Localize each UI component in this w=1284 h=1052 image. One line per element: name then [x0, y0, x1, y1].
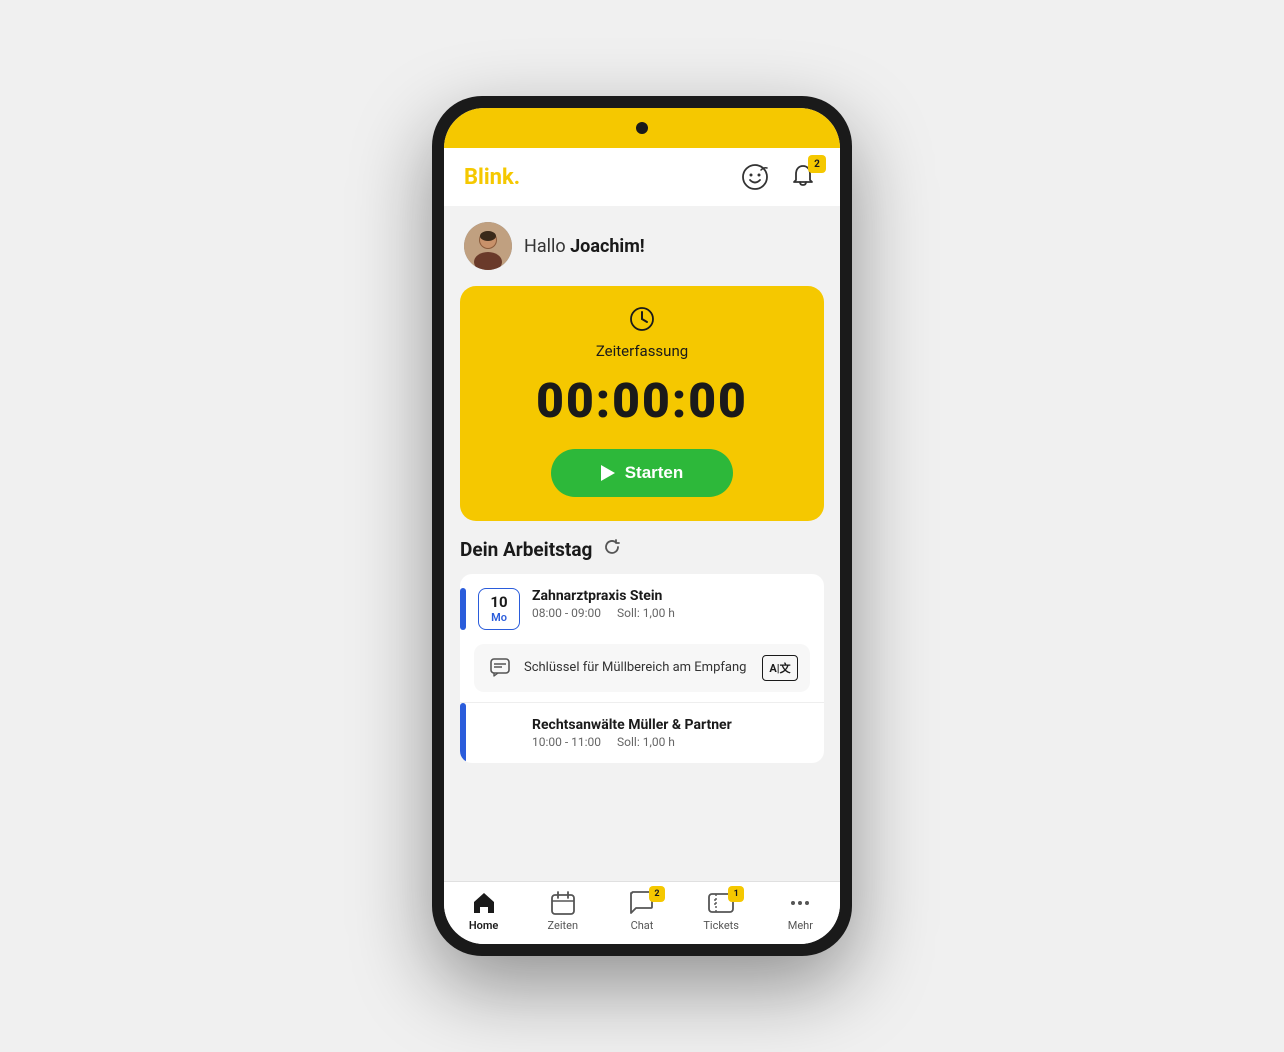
app-content: Blink.: [444, 148, 840, 881]
greeting-text: Hallo Joachim!: [524, 236, 645, 257]
shift-meta: 08:00 - 09:00 Soll: 1,00 h: [532, 606, 810, 620]
workday-card: 10 Mo Zahnarztpraxis Stein 08:00 - 09:00…: [460, 574, 824, 763]
time-tracking-label: Zeiterfassung: [596, 342, 688, 360]
play-icon: [601, 465, 615, 481]
nav-label-tickets: Tickets: [703, 919, 739, 932]
shift-2-container[interactable]: Rechtsanwälte Müller & Partner 10:00 - 1…: [460, 702, 824, 763]
phone-screen: Blink.: [444, 108, 840, 944]
date-box: 10 Mo: [478, 588, 520, 630]
nav-item-zeiten[interactable]: Zeiten: [533, 890, 593, 932]
chat-bubble-svg: [489, 657, 511, 679]
logo-text: Blink: [464, 165, 514, 190]
date-indicator: [460, 588, 466, 630]
greeting-section: Hallo Joachim!: [444, 206, 840, 282]
phone-device: Blink.: [432, 96, 852, 956]
nav-label-mehr: Mehr: [788, 919, 813, 932]
start-button[interactable]: Starten: [551, 449, 734, 497]
shift-soll: Soll: 1,00 h: [617, 606, 675, 620]
nav-item-mehr[interactable]: Mehr: [770, 890, 830, 932]
home-svg: [471, 890, 497, 916]
refresh-icon[interactable]: [602, 537, 622, 562]
shift-name: Zahnarztpraxis Stein: [532, 588, 810, 604]
clock-svg: [629, 306, 655, 332]
app-logo: Blink.: [464, 165, 520, 190]
chat-badge: 2: [649, 886, 665, 902]
zeiten-icon-wrap: [548, 890, 578, 916]
shift-2-info: Rechtsanwälte Müller & Partner 10:00 - 1…: [478, 717, 810, 749]
camera-dot: [636, 122, 648, 134]
nav-item-home[interactable]: Home: [454, 890, 514, 932]
workday-header: Dein Arbeitstag: [460, 537, 824, 562]
home-icon: [469, 890, 499, 916]
nav-label-home: Home: [469, 919, 499, 932]
calendar-svg: [550, 890, 576, 916]
header-icons: 2: [738, 160, 820, 194]
workday-section: Dein Arbeitstag 10 Mo: [444, 537, 840, 779]
bottom-nav: Home Zeiten: [444, 881, 840, 944]
mehr-icon-wrap: [785, 890, 815, 916]
nav-label-chat: Chat: [631, 919, 654, 932]
shift-item[interactable]: 10 Mo Zahnarztpraxis Stein 08:00 - 09:00…: [460, 574, 824, 644]
refresh-svg: [602, 537, 622, 557]
date-day: 10: [490, 594, 507, 611]
notification-badge: 2: [808, 155, 826, 173]
nav-item-chat[interactable]: 2 Chat: [612, 890, 672, 932]
shift-2-name: Rechtsanwälte Müller & Partner: [532, 717, 810, 733]
chat-icon-wrap: 2: [627, 890, 657, 916]
nav-item-tickets[interactable]: 1 Tickets: [691, 890, 751, 932]
shift-2-meta: 10:00 - 11:00 Soll: 1,00 h: [532, 735, 810, 749]
emoji-svg: [741, 163, 769, 191]
message-icon: [486, 654, 514, 682]
shift-2-info-wrap: Rechtsanwälte Müller & Partner 10:00 - 1…: [478, 703, 824, 763]
avatar-image: [464, 222, 512, 270]
app-header: Blink.: [444, 148, 840, 206]
start-button-label: Starten: [625, 463, 684, 483]
shift-info: Zahnarztpraxis Stein 08:00 - 09:00 Soll:…: [532, 588, 810, 620]
shift-time: 08:00 - 09:00: [532, 606, 601, 620]
shift-2-soll: Soll: 1,00 h: [617, 735, 675, 749]
shift-2-time: 10:00 - 11:00: [532, 735, 601, 749]
more-svg: [786, 890, 814, 916]
tickets-badge: 1: [728, 886, 744, 902]
logo-dot: .: [514, 165, 520, 190]
avatar: [464, 222, 512, 270]
time-display: 00:00:00: [536, 372, 748, 429]
greeting-name: Joachim!: [570, 236, 645, 257]
workday-title: Dein Arbeitstag: [460, 538, 592, 561]
clock-icon: [629, 306, 655, 338]
home-icon-wrap: [469, 890, 499, 916]
tickets-icon-wrap: 1: [706, 890, 736, 916]
message-preview[interactable]: Schlüssel für Müllbereich am Empfang A|文: [474, 644, 810, 692]
greeting-prefix: Hallo: [524, 236, 570, 257]
time-tracking-card[interactable]: Zeiterfassung 00:00:00 Starten: [460, 286, 824, 521]
zeiten-icon: [548, 890, 578, 916]
message-text: Schlüssel für Müllbereich am Empfang: [524, 660, 752, 677]
status-bar: [444, 108, 840, 148]
shift-2-indicator: [460, 703, 466, 763]
translate-icon[interactable]: A|文: [762, 655, 798, 681]
emoji-reaction-icon[interactable]: [738, 160, 772, 194]
nav-label-zeiten: Zeiten: [548, 919, 579, 932]
date-weekday: Mo: [491, 611, 507, 624]
emoji-icon-wrap[interactable]: [738, 160, 772, 194]
bell-icon-wrap[interactable]: 2: [786, 160, 820, 194]
mehr-icon: [785, 890, 815, 916]
